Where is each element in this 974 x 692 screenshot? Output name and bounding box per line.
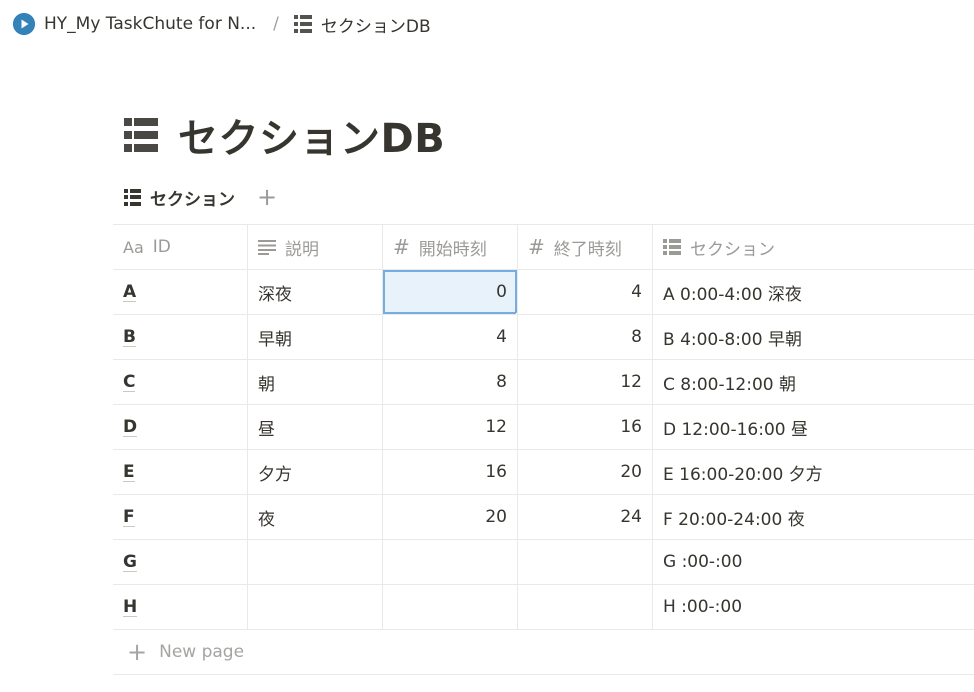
new-page-label: New page [159, 642, 245, 662]
row-id[interactable]: E [123, 463, 135, 482]
start-cell[interactable]: 12 [383, 405, 518, 449]
start-cell[interactable] [383, 585, 518, 629]
text-type-icon: Aa [123, 237, 144, 257]
table-row: H H :00-:00 [113, 585, 974, 630]
end-cell[interactable]: 24 [518, 495, 653, 539]
view-tab-section[interactable]: セクション [124, 185, 235, 210]
column-header-label: 終了時刻 [553, 239, 622, 260]
row-id[interactable]: H [123, 598, 138, 617]
desc-cell[interactable]: 昼 [248, 405, 383, 449]
row-id[interactable]: C [123, 373, 136, 392]
section-cell[interactable]: H :00-:00 [653, 585, 974, 629]
end-cell[interactable] [518, 540, 653, 584]
section-cell[interactable]: E 16:00-20:00 夕方 [653, 450, 974, 494]
start-cell-selected[interactable]: 0 [383, 270, 518, 314]
desc-cell[interactable] [248, 585, 383, 629]
plus-icon: + [127, 638, 148, 666]
table-row: D 昼 12 16 D 12:00-16:00 昼 [113, 405, 974, 450]
id-cell[interactable]: A [113, 270, 248, 314]
column-header-label: 開始時刻 [418, 239, 487, 260]
view-tabs: セクション + [124, 183, 277, 211]
end-cell[interactable]: 12 [518, 360, 653, 404]
section-cell[interactable]: F 20:00-24:00 夜 [653, 495, 974, 539]
breadcrumb-separator: / [273, 14, 279, 34]
table-row: F 夜 20 24 F 20:00-24:00 夜 [113, 495, 974, 540]
database-icon [124, 188, 141, 206]
section-cell[interactable]: G :00-:00 [653, 540, 974, 584]
start-cell[interactable]: 8 [383, 360, 518, 404]
view-tab-label: セクション [150, 189, 235, 210]
database-icon [293, 15, 312, 33]
table-header-row: Aa ID 説明 # 開始時刻 # 終了時刻 セクション [113, 225, 974, 270]
section-cell[interactable]: A 0:00-4:00 深夜 [653, 270, 974, 314]
database-icon [663, 239, 681, 255]
row-id[interactable]: B [123, 328, 136, 347]
desc-cell[interactable] [248, 540, 383, 584]
id-cell[interactable]: C [113, 360, 248, 404]
fill-handle[interactable] [514, 311, 517, 314]
row-id[interactable]: D [123, 418, 138, 437]
database-table: Aa ID 説明 # 開始時刻 # 終了時刻 セクション A 深夜 0 4 A … [113, 224, 974, 675]
number-type-icon: # [528, 235, 545, 259]
breadcrumb-current[interactable]: セクションDB [291, 12, 434, 37]
id-cell[interactable]: E [113, 450, 248, 494]
page-title-row: セクションDB [124, 108, 445, 162]
column-header-id[interactable]: Aa ID [113, 225, 248, 269]
start-cell[interactable]: 20 [383, 495, 518, 539]
database-icon [124, 118, 158, 152]
desc-cell[interactable]: 深夜 [248, 270, 383, 314]
number-type-icon: # [393, 235, 410, 259]
row-id[interactable]: G [123, 553, 137, 572]
column-header-label: セクション [690, 239, 775, 260]
start-cell[interactable]: 16 [383, 450, 518, 494]
row-id[interactable]: A [123, 283, 137, 302]
start-cell[interactable] [383, 540, 518, 584]
table-row: C 朝 8 12 C 8:00-12:00 朝 [113, 360, 974, 405]
play-circle-icon [13, 13, 35, 35]
end-cell[interactable]: 20 [518, 450, 653, 494]
desc-cell[interactable]: 夜 [248, 495, 383, 539]
page: HY_My TaskChute for N... / セクションDB セクション… [0, 0, 974, 692]
column-header-label: 説明 [285, 239, 319, 260]
table-row: B 早朝 4 8 B 4:00-8:00 早朝 [113, 315, 974, 360]
id-cell[interactable]: B [113, 315, 248, 359]
end-cell[interactable]: 8 [518, 315, 653, 359]
section-cell[interactable]: B 4:00-8:00 早朝 [653, 315, 974, 359]
add-view-button[interactable]: + [257, 185, 277, 209]
table-row: G G :00-:00 [113, 540, 974, 585]
section-cell[interactable]: C 8:00-12:00 朝 [653, 360, 974, 404]
desc-cell[interactable]: 早朝 [248, 315, 383, 359]
end-cell[interactable]: 16 [518, 405, 653, 449]
id-cell[interactable]: G [113, 540, 248, 584]
id-cell[interactable]: D [113, 405, 248, 449]
column-header-label: ID [152, 237, 171, 257]
breadcrumb-parent-label: HY_My TaskChute for N... [44, 14, 257, 34]
id-cell[interactable]: H [113, 585, 248, 629]
start-cell[interactable]: 4 [383, 315, 518, 359]
column-header-desc[interactable]: 説明 [248, 225, 383, 269]
end-cell[interactable]: 4 [518, 270, 653, 314]
column-header-end[interactable]: # 終了時刻 [518, 225, 653, 269]
row-id[interactable]: F [123, 508, 135, 527]
desc-cell[interactable]: 夕方 [248, 450, 383, 494]
desc-cell[interactable]: 朝 [248, 360, 383, 404]
breadcrumb: HY_My TaskChute for N... / セクションDB [10, 11, 434, 37]
page-title[interactable]: セクションDB [178, 106, 445, 164]
table-row: A 深夜 0 4 A 0:00-4:00 深夜 [113, 270, 974, 315]
end-cell[interactable] [518, 585, 653, 629]
table-row: E 夕方 16 20 E 16:00-20:00 夕方 [113, 450, 974, 495]
breadcrumb-current-label: セクションDB [320, 16, 431, 37]
section-cell[interactable]: D 12:00-16:00 昼 [653, 405, 974, 449]
column-header-start[interactable]: # 開始時刻 [383, 225, 518, 269]
breadcrumb-parent[interactable]: HY_My TaskChute for N... [10, 13, 259, 35]
new-page-button[interactable]: + New page [113, 630, 974, 675]
lines-icon [258, 239, 276, 255]
id-cell[interactable]: F [113, 495, 248, 539]
start-value: 0 [496, 282, 507, 302]
column-header-section[interactable]: セクション [653, 225, 974, 269]
